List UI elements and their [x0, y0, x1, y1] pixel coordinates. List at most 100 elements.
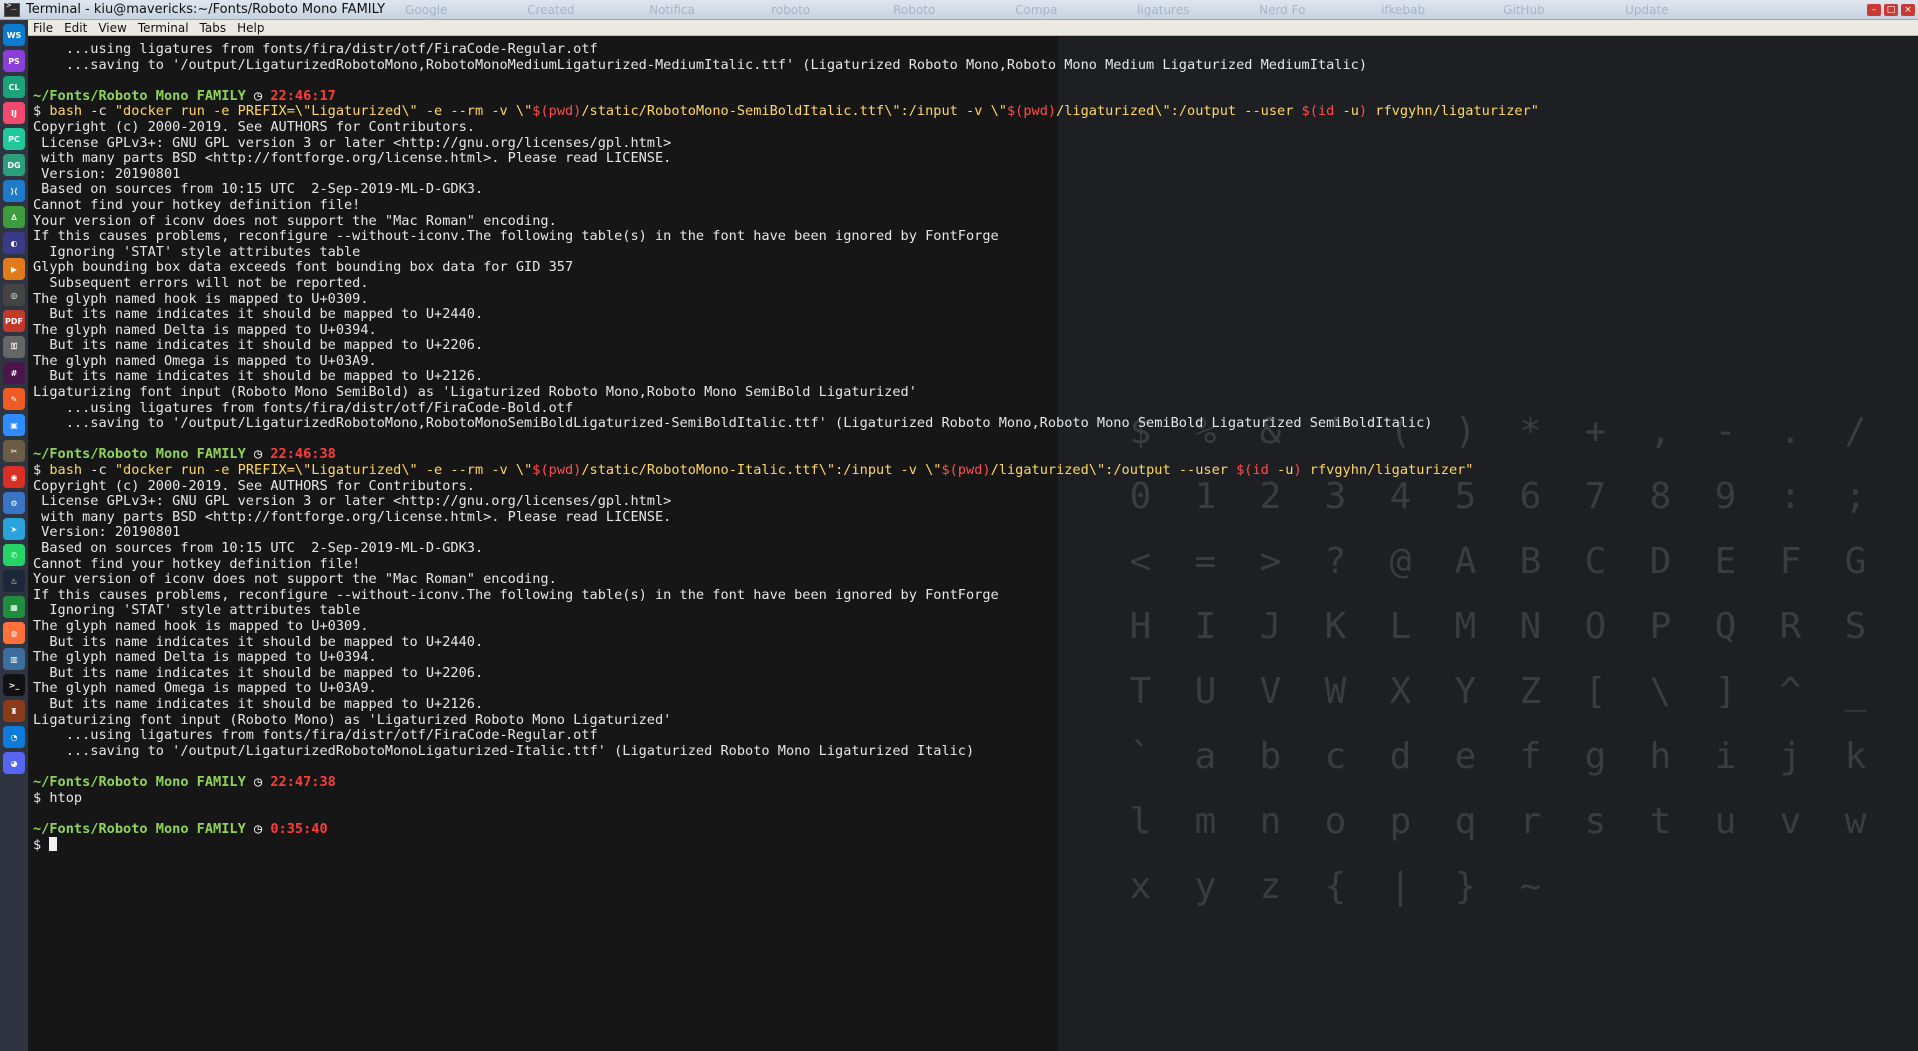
terminal-line: $	[33, 837, 1913, 853]
chrome-icon[interactable]: ◉	[3, 466, 25, 488]
terminal-line: ...using ligatures from fonts/fira/distr…	[33, 727, 598, 744]
command-substitution: )	[1293, 462, 1302, 479]
terminal-icon[interactable]: >_	[3, 674, 25, 696]
prompt-time: 22:46:38	[270, 446, 336, 463]
steam-icon[interactable]: ♨	[3, 570, 25, 592]
window-title-bar[interactable]: Terminal - kiu@mavericks:~/Fonts/Roboto …	[0, 0, 1918, 20]
settings-icon[interactable]: ⚙	[3, 492, 25, 514]
zoom-icon[interactable]: ▣	[3, 414, 25, 436]
terminal-line: But its name indicates it should be mapp…	[33, 695, 484, 712]
terminal-line: ~/Fonts/Roboto Mono FAMILY ◷ 22:46:38	[33, 447, 1913, 463]
terminal-line: Based on sources from 10:15 UTC 2-Sep-20…	[33, 181, 484, 198]
command-string: /ligaturized\":/output --user	[990, 462, 1237, 479]
terminal-line: Cannot find your hotkey definition file!	[33, 555, 361, 572]
webstorm-icon[interactable]: WS	[3, 24, 25, 46]
postman-icon[interactable]: ✎	[3, 388, 25, 410]
window-title: Terminal - kiu@mavericks:~/Fonts/Roboto …	[26, 2, 386, 17]
menu-file[interactable]: File	[33, 21, 53, 35]
menu-tabs[interactable]: Tabs	[200, 21, 227, 35]
terminal-line: Cannot find your hotkey definition file!	[33, 196, 361, 213]
terminal-line: Version: 20190801	[33, 524, 181, 541]
terminal-line: The glyph named hook is mapped to U+0309…	[33, 290, 369, 307]
vscode-icon[interactable]: ⟩⟨	[3, 180, 25, 202]
background-tab: ligatures	[1137, 2, 1190, 17]
pycharm-icon[interactable]: PC	[3, 128, 25, 150]
terminal-output: ...using ligatures from fonts/fira/distr…	[33, 41, 1913, 853]
eclipse-icon[interactable]: ◐	[3, 232, 25, 254]
terminal-line: ...saving to '/output/LigaturizedRobotoM…	[33, 56, 1368, 73]
slack-icon[interactable]: #	[3, 362, 25, 384]
menu-bar: File Edit View Terminal Tabs Help	[28, 20, 1918, 36]
command-string: rfvgyhn/ligaturizer"	[1367, 103, 1539, 120]
terminal-line: Your version of iconv does not support t…	[33, 571, 557, 588]
terminal-line: $ bash -c "docker run -e PREFIX=\"Ligatu…	[33, 104, 1913, 120]
terminal-line: Based on sources from 10:15 UTC 2-Sep-20…	[33, 540, 484, 556]
application-dock: WS PS CL IJ PC DG ⟩⟨ ∆ ◐ ▶ ◎ PDF ⚿ # ✎ ▣ ✂ ◉ ⚙ ➤ ✆ ♨ ▦ ◍ ▥ >_ ♜ ◔ ◕	[0, 20, 28, 1051]
anaconda-icon[interactable]: ∆	[3, 206, 25, 228]
prompt-symbol: $	[33, 462, 50, 479]
player-icon[interactable]: ▶	[3, 258, 25, 280]
telegram-icon[interactable]: ➤	[3, 518, 25, 540]
close-button[interactable]: ×	[1901, 3, 1915, 16]
background-glyph: x	[1129, 866, 1152, 907]
window-controls: – □ ×	[1867, 3, 1915, 16]
background-tabs: Google Created Notifica roboto Roboto Compa li…	[405, 3, 1867, 17]
minimize-button[interactable]: –	[1867, 3, 1881, 16]
gimp-icon[interactable]: ✂	[3, 440, 25, 462]
discord-icon[interactable]: ◕	[3, 752, 25, 774]
command-string: rfvgyhn/ligaturizer"	[1301, 462, 1474, 479]
terminal-view[interactable]: $% & '() * +, -./0 1 2 3 4 5 6 7 8 9:; < = >? @ A B C D E F G H I J K…	[28, 37, 1918, 1051]
terminal-line: Copyright (c) 2000-2019. See AUTHORS for…	[33, 118, 475, 135]
terminal-line: Your version of iconv does not support t…	[33, 212, 557, 229]
terminal-line: But its name indicates it should be mapp…	[33, 337, 484, 354]
menu-view[interactable]: View	[98, 21, 126, 35]
terminal-line: But its name indicates it should be mapp…	[33, 306, 484, 323]
terminal-line: Ligaturizing font input (Roboto Mono) as…	[33, 711, 672, 728]
command-substitution: $(id	[1301, 103, 1335, 120]
menu-terminal[interactable]: Terminal	[138, 21, 189, 35]
clock-icon: ◷	[253, 446, 263, 463]
pdf-icon[interactable]: PDF	[3, 310, 25, 332]
background-glyph: }	[1454, 866, 1477, 907]
sheets-icon[interactable]: ▦	[3, 596, 25, 618]
background-tab: GitHub	[1503, 2, 1545, 17]
command-flag: -c	[82, 462, 115, 479]
firefox-icon[interactable]: ◍	[3, 622, 25, 644]
terminal-line: $ htop	[33, 789, 83, 806]
command-flag: -c	[82, 103, 115, 120]
terminal-line: ~/Fonts/Roboto Mono FAMILY ◷ 22:47:38	[33, 773, 1913, 791]
prompt-path: ~/Fonts/Roboto Mono FAMILY	[33, 446, 246, 463]
background-tab: Roboto	[893, 2, 936, 17]
background-tab: Notifica	[649, 2, 695, 17]
prompt-time: 22:46:17	[270, 87, 336, 104]
terminal-line: ...using ligatures from fonts/fira/distr…	[33, 399, 574, 416]
keyring-icon[interactable]: ⚿	[3, 336, 25, 358]
edge-icon[interactable]: ◔	[3, 726, 25, 748]
menu-help[interactable]: Help	[237, 21, 264, 35]
background-glyph: z	[1259, 866, 1282, 907]
terminal-line: Subsequent errors will not be reported.	[33, 274, 369, 291]
clion-icon[interactable]: CL	[3, 76, 25, 98]
terminal-line: ...saving to '/output/LigaturizedRobotoM…	[33, 742, 975, 759]
intellij-icon[interactable]: IJ	[3, 102, 25, 124]
text-cursor[interactable]	[49, 837, 58, 852]
terminal-line: with many parts BSD <http://fontforge.or…	[33, 508, 672, 525]
terminal-line: License GPLv3+: GNU GPL version 3 or lat…	[33, 134, 672, 151]
maximize-button[interactable]: □	[1884, 3, 1898, 16]
phpstorm-icon[interactable]: PS	[3, 50, 25, 72]
datagrip-icon[interactable]: DG	[3, 154, 25, 176]
menu-edit[interactable]: Edit	[64, 21, 87, 35]
command-string: /static/RobotoMono-Italic.ttf\":/input -…	[581, 462, 942, 479]
prompt-path: ~/Fonts/Roboto Mono FAMILY	[33, 773, 246, 790]
command-substitution: $(pwd)	[532, 462, 582, 479]
command-name: bash	[49, 103, 83, 120]
game2-icon[interactable]: ♜	[3, 700, 25, 722]
obs-icon[interactable]: ◎	[3, 284, 25, 306]
background-tab: Update	[1625, 2, 1669, 17]
command-name: bash	[49, 462, 83, 479]
game-icon[interactable]: ▥	[3, 648, 25, 670]
command-string: "docker run -e PREFIX=\"Ligaturized\" -e…	[114, 462, 533, 479]
background-tab: Compa	[1015, 2, 1058, 17]
whatsapp-icon[interactable]: ✆	[3, 544, 25, 566]
